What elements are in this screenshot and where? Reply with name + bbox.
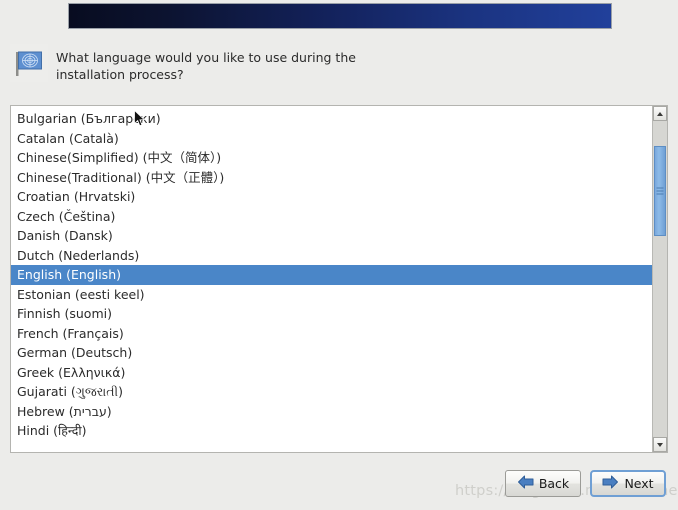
language-list-item[interactable]: Chinese(Simplified) (中文（简体）) [11, 148, 652, 168]
language-list-scrollpane[interactable]: Bulgarian (Български)Catalan (Català)Chi… [11, 106, 652, 452]
arrow-left-icon [517, 475, 534, 492]
language-list-item[interactable]: Gujarati (ગુજરાતી) [11, 382, 652, 402]
prompt-text: What language would you like to use duri… [56, 44, 386, 83]
chevron-down-icon [657, 443, 663, 447]
language-list-item[interactable]: Bulgarian (Български) [11, 109, 652, 129]
language-list-item[interactable]: Chinese(Traditional) (中文（正體）) [11, 168, 652, 188]
language-list-item[interactable]: Czech (Čeština) [11, 207, 652, 227]
language-list-item[interactable]: Croatian (Hrvatski) [11, 187, 652, 207]
language-list-item[interactable]: Finnish (suomi) [11, 304, 652, 324]
next-button-label: Next [624, 476, 653, 491]
language-list-item[interactable]: English (English) [11, 265, 652, 285]
scrollbar-up-button[interactable] [653, 106, 667, 121]
language-list-item[interactable]: French (Français) [11, 324, 652, 344]
language-list-item[interactable]: Hindi (हिन्दी) [11, 421, 652, 441]
scrollbar-thumb[interactable] [654, 146, 666, 236]
language-list-item[interactable]: Greek (Ελληνικά) [11, 363, 652, 383]
language-list-item[interactable]: Hebrew (עברית) [11, 402, 652, 422]
language-list-item[interactable]: Catalan (Català) [11, 129, 652, 149]
language-list-item[interactable]: Dutch (Nederlands) [11, 246, 652, 266]
prompt-row: What language would you like to use duri… [10, 44, 610, 83]
language-list-item[interactable]: Danish (Dansk) [11, 226, 652, 246]
chevron-up-icon [657, 112, 663, 116]
arrow-right-icon [602, 475, 619, 492]
header-banner-area [0, 0, 678, 36]
scrollbar-down-button[interactable] [653, 437, 667, 452]
vertical-scrollbar[interactable] [652, 106, 667, 452]
language-listbox[interactable]: Bulgarian (Български)Catalan (Català)Chi… [10, 105, 668, 453]
navigation-button-bar: Back Next [505, 470, 666, 497]
installer-banner [68, 3, 612, 29]
language-list-item[interactable]: Estonian (eesti keel) [11, 285, 652, 305]
back-button[interactable]: Back [505, 470, 581, 497]
scrollbar-grip-icon [657, 186, 664, 197]
next-button[interactable]: Next [590, 470, 666, 497]
un-flag-icon [10, 44, 48, 82]
back-button-label: Back [539, 476, 569, 491]
language-list-item[interactable]: German (Deutsch) [11, 343, 652, 363]
